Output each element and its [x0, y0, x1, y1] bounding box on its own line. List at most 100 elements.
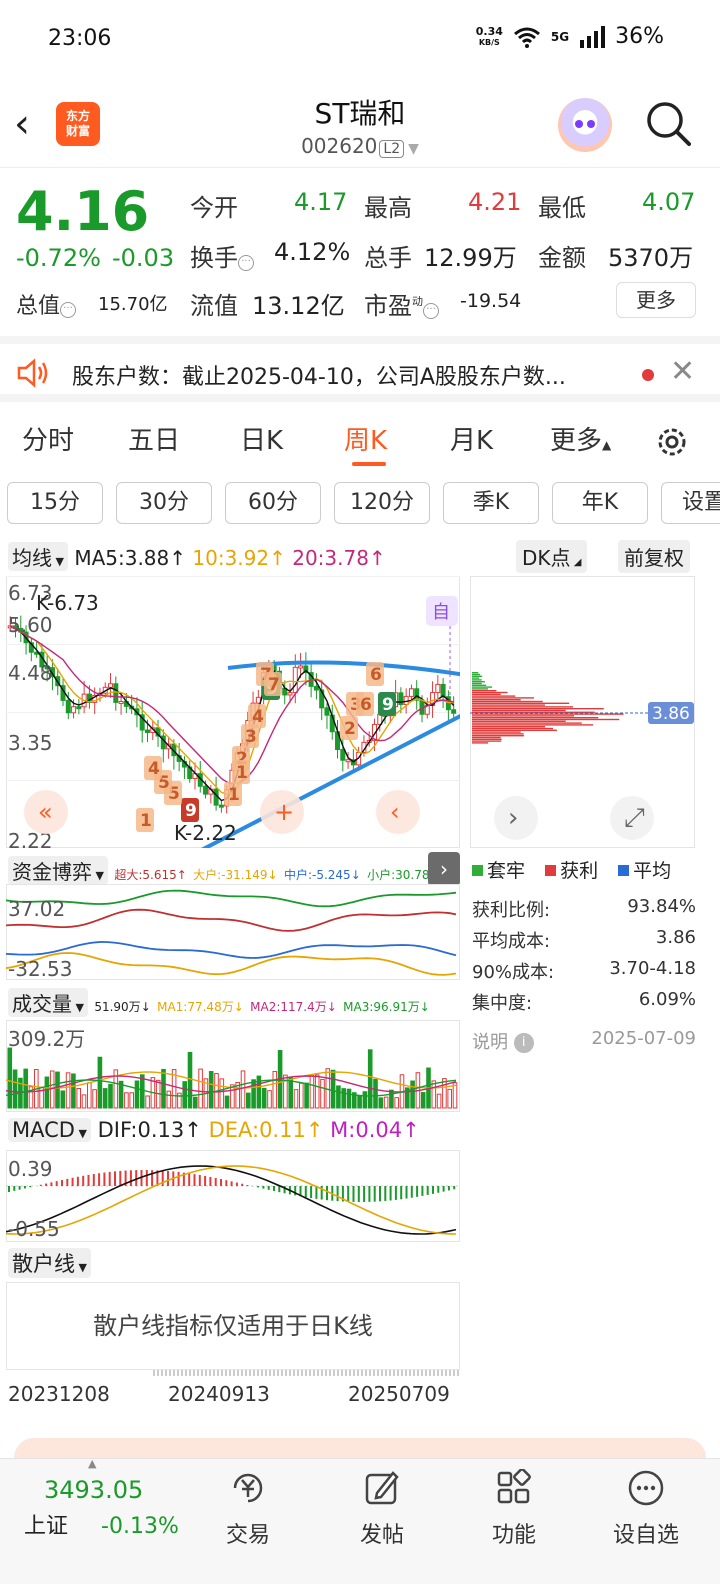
volume-bar [389, 1089, 394, 1109]
ma-select[interactable]: 均线 ▼ [8, 542, 68, 571]
macd-bar [352, 1186, 355, 1202]
period-settings[interactable]: 设置 [661, 482, 720, 524]
capital-select[interactable]: 资金博弈 ▼ [8, 856, 108, 885]
macd-bar [304, 1186, 307, 1198]
edit-icon [365, 1471, 399, 1505]
mcap-value: 15.70亿 [98, 294, 168, 315]
chips-note[interactable]: 说明 i [472, 1028, 534, 1054]
index-ticker[interactable]: ▲ 3493.05 上证 -0.13% [14, 1457, 184, 1540]
dk-marker-label: 1 [140, 811, 152, 831]
macd-bar [394, 1186, 397, 1200]
close-icon[interactable]: ✕ [670, 354, 695, 389]
macd-bar [108, 1171, 111, 1186]
stock-name[interactable]: ST瑞和 [0, 92, 720, 132]
chip-bar [472, 688, 489, 690]
macd-bar [432, 1186, 434, 1194]
index-change: -0.13% [101, 1514, 179, 1539]
chevron-right-icon[interactable]: › [428, 852, 460, 886]
chips-date: 2025-07-09 [591, 1028, 696, 1049]
chip-bar [472, 699, 521, 701]
nav-functions[interactable]: 功能 [454, 1459, 574, 1549]
candle [408, 688, 414, 697]
volume-chart[interactable]: 309.2万 [6, 1020, 460, 1112]
stock-code-row[interactable]: 002620 L2 ▼ [0, 134, 720, 158]
candle [108, 683, 114, 688]
nav-add-watchlist[interactable]: 设自选 [586, 1459, 706, 1549]
period-year[interactable]: 年K [552, 482, 648, 524]
period-30m[interactable]: 30分 [116, 482, 212, 524]
nav-trade[interactable]: 交易 [188, 1459, 308, 1549]
kline-chart[interactable]: 6.735.604.483.352.22K-6.73K-2.2299976432… [6, 576, 460, 848]
chip-bar [472, 708, 604, 710]
tab-weekly-k[interactable]: 周K [344, 420, 387, 457]
dk-point-button[interactable]: DK点 ◢ [516, 540, 588, 573]
volume-select[interactable]: 成交量 ▼ [8, 988, 88, 1017]
chip-bar [472, 695, 516, 697]
more-quote-button[interactable]: 更多 [616, 282, 696, 318]
yuan-exchange-icon [233, 1473, 263, 1503]
macd-select[interactable]: MACD ▼ [8, 1118, 91, 1142]
period-chips: 15分 30分 60分 120分 季K 年K 设置 [0, 480, 720, 526]
open-value: 4.17 [294, 188, 348, 216]
macd-bar [13, 1186, 16, 1191]
capital-chart[interactable]: 37.02 -32.53 [6, 884, 460, 980]
macd-bar [267, 1186, 270, 1190]
info-dots-icon[interactable]: ··· [238, 255, 254, 271]
nav-post[interactable]: 发帖 [322, 1459, 442, 1549]
robot-assistant-icon[interactable] [558, 98, 612, 152]
macd-bar [410, 1186, 413, 1198]
candle [313, 685, 319, 691]
chip-distribution-chart[interactable]: 3.86 › ⤢ [470, 576, 696, 848]
volume-bar [410, 1080, 415, 1109]
tab-monthly-k[interactable]: 月K [450, 420, 493, 457]
adjust-button[interactable]: 前复权 [618, 540, 690, 573]
period-120m[interactable]: 120分 [334, 482, 430, 524]
volume-bar [182, 1081, 187, 1109]
chips-note-row[interactable]: 说明 i 2025-07-09 [472, 1028, 696, 1054]
macd-bar [114, 1171, 116, 1186]
change-percent: -0.72% [16, 244, 101, 272]
period-15m[interactable]: 15分 [7, 482, 103, 524]
volume-bar [219, 1078, 225, 1109]
candle [144, 729, 150, 733]
chip-bar [472, 736, 501, 739]
amount-label: 金额 [538, 244, 586, 272]
info-dots-icon[interactable]: ··· [60, 302, 77, 318]
retail-select[interactable]: 散户线 ▼ [8, 1248, 91, 1278]
search-icon[interactable] [645, 100, 691, 146]
volume-bar [140, 1074, 145, 1109]
volume-bar [373, 1078, 378, 1109]
volume-bar [431, 1080, 437, 1109]
period-60m[interactable]: 60分 [225, 482, 321, 524]
ma5-value: MA5:3.88↑ [74, 546, 187, 570]
macd-chart[interactable]: 0.39 -0.55 [6, 1150, 460, 1242]
high-value: 4.21 [468, 188, 522, 216]
tab-more[interactable]: 更多▲ [550, 420, 611, 457]
tab-daily-k[interactable]: 日K [240, 420, 283, 457]
macd-bar [442, 1186, 445, 1192]
period-quarter[interactable]: 季K [443, 482, 539, 524]
macd-bar [76, 1176, 79, 1186]
capital-y-top: 37.02 [8, 897, 65, 921]
low-label: 最低 [538, 194, 586, 222]
news-ticker[interactable]: 股东户数：截止2025-04-10，公司A股股东户数... ✕ [0, 336, 720, 402]
more-dots-icon [628, 1470, 664, 1506]
date-middle: 20240913 [168, 1382, 270, 1406]
prev-icon: ‹ [390, 798, 400, 826]
volume-bar [357, 1095, 362, 1109]
tab-five-day[interactable]: 五日 [128, 420, 180, 457]
capital-y-bottom: -32.53 [8, 957, 72, 980]
macd-bar [278, 1186, 281, 1193]
macd-bar [426, 1186, 429, 1195]
candle [324, 707, 330, 716]
tab-intraday[interactable]: 分时 [22, 420, 74, 457]
dk-marker-label: 3 [245, 727, 257, 747]
volume-bar [452, 1082, 458, 1109]
info-dots-icon[interactable]: ··· [423, 303, 439, 319]
macd-bar [357, 1186, 360, 1202]
candle [451, 709, 457, 714]
news-text[interactable]: 股东户数：截止2025-04-10，公司A股股东户数... [72, 359, 628, 391]
gear-icon[interactable] [654, 424, 690, 460]
macd-bar [315, 1186, 318, 1199]
macd-bar [177, 1172, 180, 1186]
